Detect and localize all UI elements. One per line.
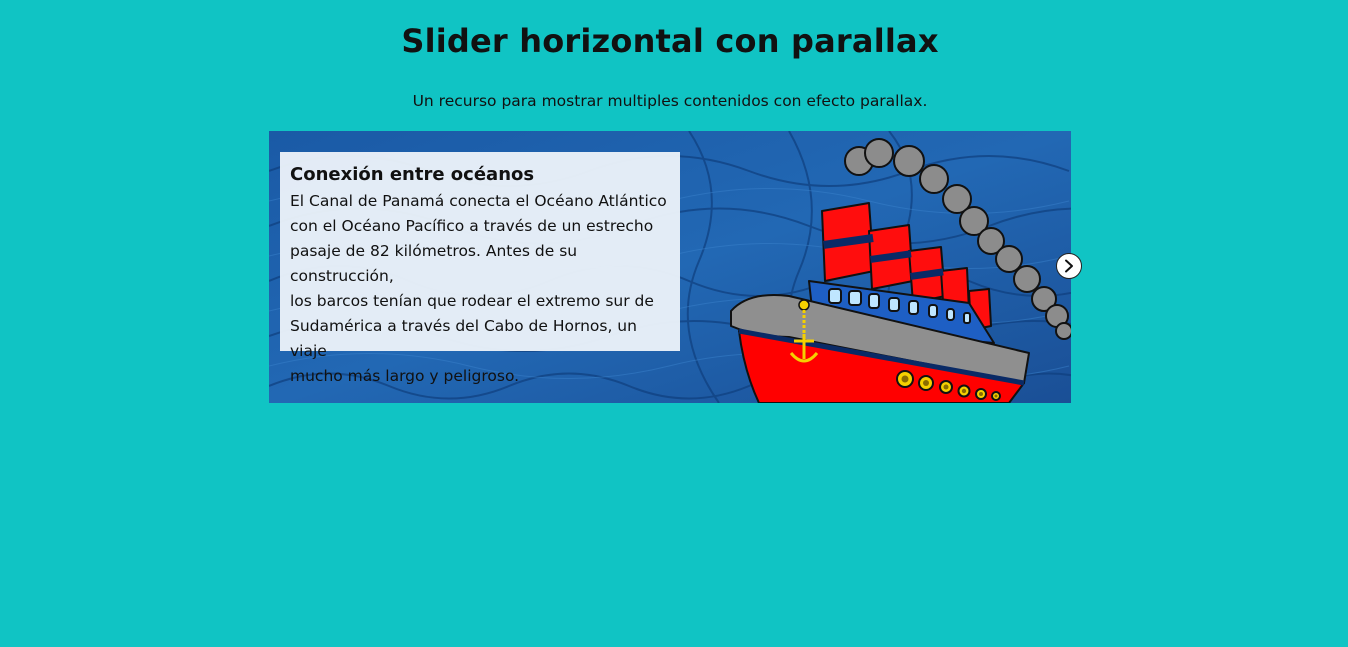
slide-description-line: pasaje de 82 kilómetros. Antes de su con… — [290, 242, 578, 285]
slide-description: El Canal de Panamá conecta el Océano Atl… — [290, 189, 670, 389]
slide-description-line: El Canal de Panamá conecta el Océano Atl… — [290, 192, 667, 210]
slide-caption-box: Conexión entre océanos El Canal de Panam… — [280, 152, 680, 385]
slide-description-line: mucho más largo y peligroso. — [290, 367, 520, 385]
slide-description-line: Sudamérica a través del Cabo de Hornos, … — [290, 317, 637, 360]
slide-heading: Conexión entre océanos — [290, 164, 535, 185]
next-slide-button[interactable] — [1056, 253, 1082, 279]
chevron-right-icon — [1065, 259, 1073, 273]
slide-description-line: los barcos tenían que rodear el extremo … — [290, 292, 654, 310]
parallax-slider[interactable]: Conexión entre océanos El Canal de Panam… — [269, 131, 1071, 403]
page-subtitle: Un recurso para mostrar multiples conten… — [412, 92, 928, 110]
slide-description-line: con el Océano Pacífico a través de un es… — [290, 217, 654, 235]
page-title: Slider horizontal con parallax — [401, 22, 939, 60]
